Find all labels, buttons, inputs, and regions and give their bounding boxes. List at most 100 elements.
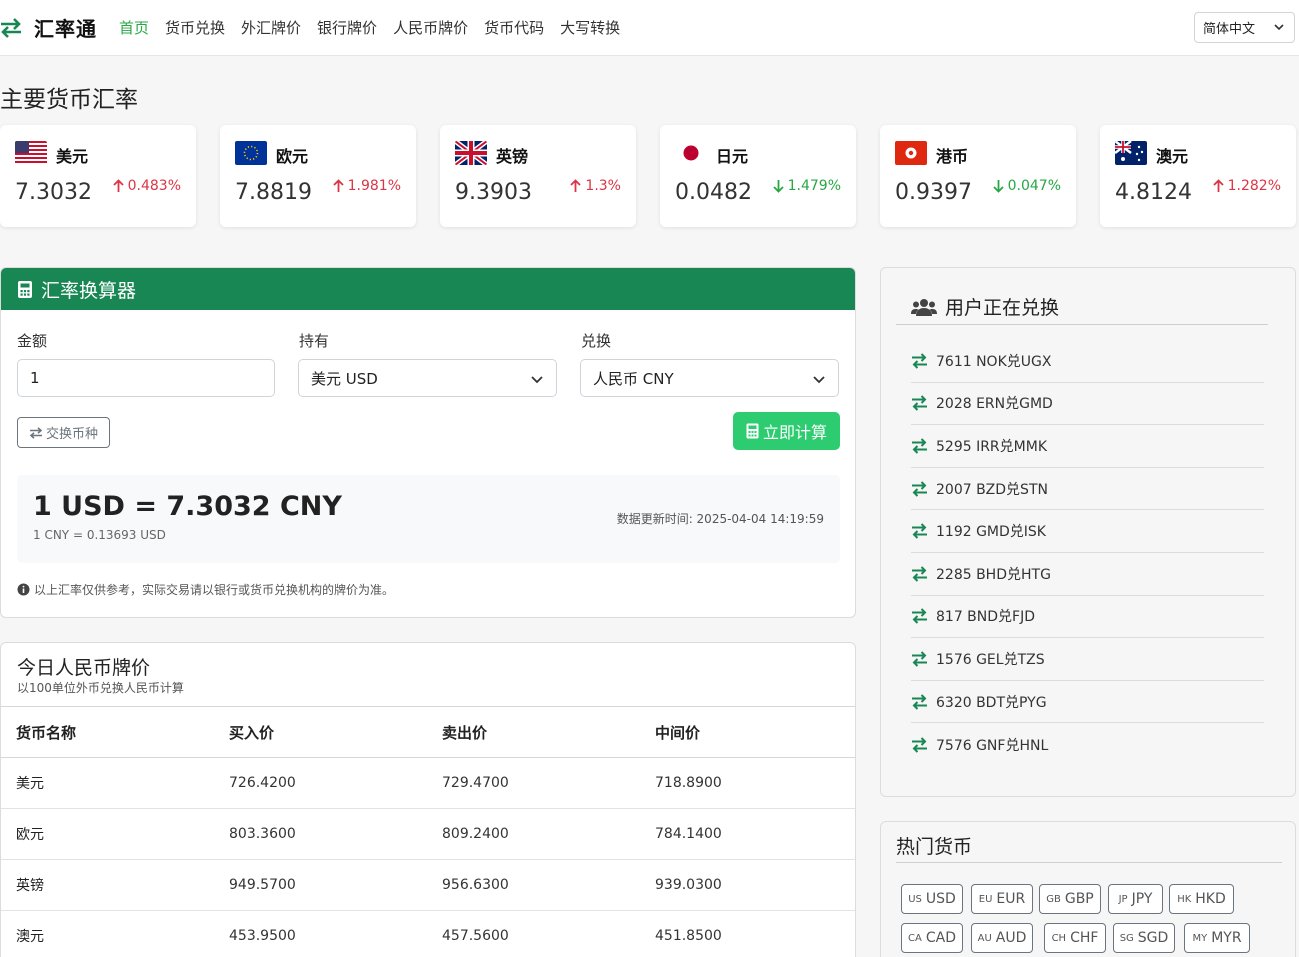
jp-flag-icon xyxy=(675,141,707,165)
result-reverse: 1 CNY = 0.13693 USD xyxy=(33,528,166,542)
brand[interactable]: 汇率通 xyxy=(0,13,97,42)
cell-sell: 729.4700 xyxy=(427,757,640,809)
currency-tag-jpy[interactable]: JP JPY xyxy=(1108,884,1163,914)
to-currency-select[interactable]: 人民币 CNY xyxy=(580,359,839,397)
cell-mid: 451.8500 xyxy=(640,910,855,957)
list-item-text: 2028 ERN兑GMD xyxy=(936,396,1053,413)
exchange-arrows-icon xyxy=(912,395,927,412)
cell-sell: 809.2400 xyxy=(427,808,640,860)
change-value: 1.981% xyxy=(347,178,401,194)
converter-header: 汇率换算器 xyxy=(1,268,855,310)
brand-name: 汇率通 xyxy=(34,17,97,41)
currency-tag-chf[interactable]: CH CHF xyxy=(1044,923,1106,953)
list-item-text: 5295 IRR兑MMK xyxy=(936,438,1048,455)
region-code: JP xyxy=(1118,893,1128,905)
cell-sell: 956.6300 xyxy=(427,859,640,911)
list-item[interactable]: 2285 BHD兑HTG xyxy=(911,553,1264,596)
nav-link-bank[interactable]: 银行牌价 xyxy=(317,17,377,38)
table-row: 英镑 949.5700 956.6300 939.0300 xyxy=(1,859,855,911)
list-item-text: 1576 GEL兑TZS xyxy=(936,651,1045,668)
cell-currency: 澳元 xyxy=(1,910,214,957)
exchange-arrows-icon xyxy=(912,438,927,454)
list-item[interactable]: 6320 BDT兑PYG xyxy=(911,681,1264,724)
converter-title: 汇率换算器 xyxy=(41,279,137,302)
nav-link-codes[interactable]: 货币代码 xyxy=(484,17,544,38)
header-currency: 货币名称 xyxy=(1,706,214,758)
currency-tag-sgd[interactable]: SG SGD xyxy=(1113,923,1175,953)
list-item[interactable]: 817 BND兑FJD xyxy=(911,596,1264,639)
change-up: 1.3% xyxy=(569,178,621,194)
list-item[interactable]: 2028 ERN兑GMD xyxy=(911,383,1264,426)
users-converting-list: 7611 NOK兑UGX 2028 ERN兑GMD 5295 IRR兑MMK 2… xyxy=(911,340,1264,766)
currency-name: 港币 xyxy=(936,147,969,166)
result-box: 1 USD = 7.3032 CNY 1 CNY = 0.13693 USD 数… xyxy=(17,475,840,563)
list-item[interactable]: 5295 IRR兑MMK xyxy=(911,425,1264,468)
calculate-button[interactable]: 立即计算 xyxy=(733,412,840,450)
exchange-arrows-icon xyxy=(912,608,927,625)
table-row: 欧元 803.3600 809.2400 784.1400 xyxy=(1,808,855,860)
currency-tag-aud[interactable]: AU AUD xyxy=(971,923,1033,953)
list-item-text: 7576 GNF兑HNL xyxy=(936,737,1049,754)
list-item[interactable]: 1576 GEL兑TZS xyxy=(911,638,1264,681)
region-code: US xyxy=(908,893,922,905)
cell-buy: 726.4200 xyxy=(214,757,427,809)
chevron-down-icon xyxy=(531,376,543,384)
cell-buy: 949.5700 xyxy=(214,859,427,911)
currency-tag-cad[interactable]: CA CAD xyxy=(901,923,963,953)
region-code: CH xyxy=(1051,932,1067,944)
currency-code: CAD xyxy=(925,930,956,946)
exchange-arrows-icon xyxy=(912,566,927,582)
currency-rate: 0.0482 xyxy=(675,180,752,205)
currency-tag-eur[interactable]: EU EUR xyxy=(971,884,1033,914)
currency-tag-myr[interactable]: MY MYR xyxy=(1184,923,1250,953)
currency-tag-hkd[interactable]: HK HKD xyxy=(1169,884,1234,914)
currency-name: 英镑 xyxy=(496,147,529,166)
exchange-arrows-icon xyxy=(1,17,21,38)
cell-mid: 939.0300 xyxy=(640,859,855,911)
exchange-arrows-icon xyxy=(912,480,927,497)
cell-currency: 英镑 xyxy=(1,859,214,911)
hot-currencies-panel: 热门货币 US USD EU EUR GB GBP JP JPY HK HKD CA CAD… xyxy=(880,821,1296,957)
list-item[interactable]: 1192 GMD兑ISK xyxy=(911,510,1264,553)
region-code: SG xyxy=(1119,932,1134,944)
currency-code: EUR xyxy=(996,891,1026,907)
swap-currency-button[interactable]: 交换币种 xyxy=(17,417,110,448)
currency-card-aud[interactable]: 澳元 4.8124 1.282% xyxy=(1100,125,1296,227)
list-item-text: 2007 BZD兑STN xyxy=(936,481,1048,498)
uk-flag-icon xyxy=(455,141,487,165)
list-item-text: 2285 BHD兑HTG xyxy=(936,566,1051,583)
currency-tag-gbp[interactable]: GB GBP xyxy=(1039,884,1101,914)
us-flag-icon xyxy=(15,141,47,165)
table-row: 澳元 453.9500 457.5600 451.8500 xyxy=(1,910,855,957)
from-currency-select[interactable]: 美元 USD xyxy=(298,359,557,397)
exchange-arrows-icon xyxy=(912,693,927,710)
cell-mid: 784.1400 xyxy=(640,808,855,860)
cell-buy: 453.9500 xyxy=(214,910,427,957)
currency-card-gbp[interactable]: 英镑 9.3903 1.3% xyxy=(440,125,636,227)
language-select[interactable]: 简体中文 xyxy=(1194,12,1295,43)
arrow-down-icon xyxy=(772,180,784,193)
amount-input[interactable]: 1 xyxy=(17,359,275,397)
nav-link-exchange[interactable]: 货币兑换 xyxy=(165,17,225,38)
nav-link-forex[interactable]: 外汇牌价 xyxy=(241,17,301,38)
nav-link-uppercase[interactable]: 大写转换 xyxy=(560,17,620,38)
list-item[interactable]: 7611 NOK兑UGX xyxy=(911,340,1264,383)
exchange-arrows-icon xyxy=(912,736,927,753)
currency-card-eur[interactable]: 欧元 7.8819 1.981% xyxy=(220,125,416,227)
currency-rate: 9.3903 xyxy=(455,180,532,205)
swap-label: 交换币种 xyxy=(45,427,98,442)
arrow-up-icon xyxy=(570,179,582,192)
list-item[interactable]: 7576 GNF兑HNL xyxy=(911,723,1264,766)
currency-card-usd[interactable]: 美元 7.3032 0.483% xyxy=(0,125,196,227)
users-converting-header: 用户正在兑换 xyxy=(911,293,1059,320)
nav-link-rmb[interactable]: 人民币牌价 xyxy=(393,17,468,38)
currency-card-hkd[interactable]: 港币 0.9397 0.047% xyxy=(880,125,1076,227)
currency-tag-usd[interactable]: US USD xyxy=(901,884,963,914)
region-code: EU xyxy=(978,893,993,905)
currency-rate: 4.8124 xyxy=(1115,180,1192,205)
nav-link-home[interactable]: 首页 xyxy=(119,17,149,38)
hk-flag-icon xyxy=(895,141,927,165)
currency-card-jpy[interactable]: 日元 0.0482 1.479% xyxy=(660,125,856,227)
list-item[interactable]: 2007 BZD兑STN xyxy=(911,468,1264,511)
rmb-title: 今日人民币牌价 xyxy=(17,657,151,679)
